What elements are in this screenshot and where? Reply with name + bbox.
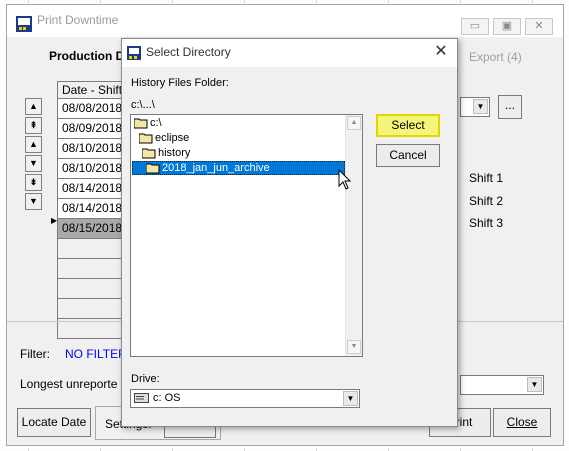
browse-button[interactable]: ... (498, 95, 522, 119)
shift-2-label: Shift 2 (469, 194, 504, 208)
folder-label: c:\ (150, 117, 162, 129)
close-button[interactable]: Close (493, 408, 551, 437)
tab-export[interactable]: Export (4) (469, 50, 522, 64)
tab-production[interactable]: Production D (49, 49, 124, 63)
app-icon (16, 16, 32, 32)
select-directory-dialog: Select Directory ✕ History Files Folder:… (121, 38, 458, 427)
folder-label: eclipse (155, 132, 190, 144)
folder-item-root[interactable]: c:\ (134, 117, 162, 129)
window-titlebar: Print Downtime ▭ ▣ ✕ (7, 5, 563, 37)
app-icon (127, 46, 141, 60)
filter-label: Filter: (20, 347, 50, 361)
previous-record-button[interactable]: ▲ (25, 136, 42, 153)
dialog-close-button[interactable]: ✕ (430, 42, 452, 62)
folder-item-archive-selected[interactable]: 2018_jan_jun_archive (132, 161, 345, 175)
minimize-button[interactable]: ▭ (461, 18, 489, 35)
dialog-titlebar: Select Directory ✕ (122, 39, 457, 67)
close-window-button[interactable]: ✕ (525, 18, 553, 35)
folder-icon (146, 163, 160, 173)
drive-value: c: OS (153, 392, 181, 404)
folder-label: 2018_jan_jun_archive (162, 162, 270, 174)
drive-label: Drive: (131, 373, 160, 385)
history-folder-label: History Files Folder: (131, 77, 229, 89)
mouse-cursor-icon (338, 169, 352, 190)
folder-list[interactable]: c:\ eclipse history 2018_jan_jun_archive… (130, 114, 363, 357)
tab-export-count: (4) (507, 50, 522, 64)
dropdown-arrow-icon: ▼ (527, 377, 542, 392)
tab-export-label: Export (469, 50, 504, 64)
drive-select[interactable]: c: OS ▼ (130, 389, 360, 408)
first-record-button[interactable]: ▲ (25, 98, 42, 115)
dropdown-arrow-icon: ▼ (473, 99, 488, 114)
folder-open-icon (134, 118, 148, 128)
restore-icon: ▣ (501, 20, 513, 32)
longest-unreported-combo[interactable]: ▼ (460, 375, 544, 395)
select-button[interactable]: Select (376, 114, 440, 137)
current-path: c:\...\ (131, 99, 155, 111)
scroll-up-arrow[interactable]: ▲ (347, 116, 361, 130)
folder-item-history[interactable]: history (142, 147, 190, 159)
folder-item-eclipse[interactable]: eclipse (139, 132, 189, 144)
row-pointer-icon: ▶ (51, 216, 58, 225)
window-title: Print Downtime (37, 13, 119, 27)
cancel-button[interactable]: Cancel (376, 144, 440, 167)
filter-value: NO FILTER (65, 347, 127, 361)
scroll-down-arrow[interactable]: ▼ (347, 340, 361, 354)
shift-1-label: Shift 1 (469, 171, 504, 185)
folder-open-icon (139, 133, 153, 143)
last-record-button[interactable]: ▼ (25, 193, 42, 210)
locate-date-button[interactable]: Locate Date (17, 408, 91, 437)
shift-3-label: Shift 3 (469, 216, 504, 230)
close-icon: ✕ (534, 20, 544, 32)
restore-button[interactable]: ▣ (493, 18, 521, 35)
drive-icon (134, 393, 149, 403)
folder-list-scrollbar[interactable]: ▲ ▼ (345, 115, 362, 356)
dropdown-arrow-icon: ▼ (343, 391, 358, 406)
close-icon: ✕ (434, 43, 448, 60)
folder-open-icon (142, 148, 156, 158)
minimize-icon: ▭ (469, 20, 481, 32)
dialog-title: Select Directory (146, 45, 231, 59)
longest-unreported-label: Longest unreporte (20, 377, 118, 391)
next-record-button[interactable]: ▼ (25, 155, 42, 172)
page-down-button[interactable]: ⇟ (25, 174, 42, 191)
folder-label: history (158, 147, 191, 159)
setting-combo[interactable]: ▼ (460, 97, 490, 117)
page-up-button[interactable]: ⇞ (25, 117, 42, 134)
